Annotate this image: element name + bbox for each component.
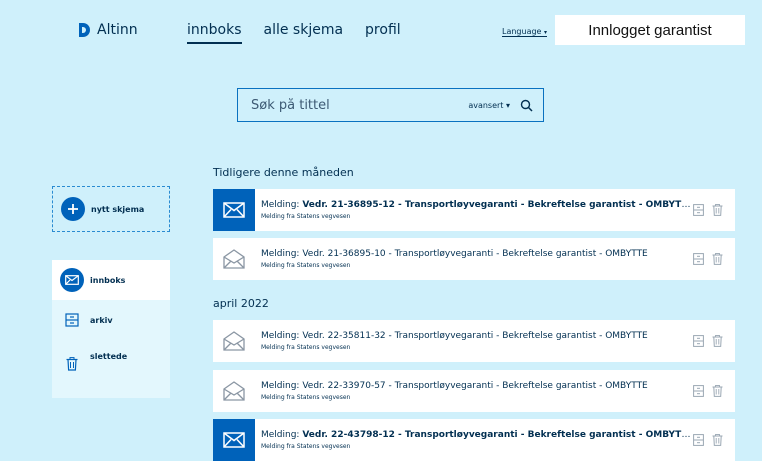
section-title: Tidligere denne måneden: [213, 166, 354, 179]
search-input[interactable]: [251, 97, 469, 113]
message-row[interactable]: Melding: Vedr. 22-35811-32 - Transportlø…: [213, 320, 735, 362]
sidebar-nav: innboks arkiv slettede: [52, 260, 170, 398]
message-row[interactable]: Melding: Vedr. 21-36895-10 - Transportlø…: [213, 238, 735, 280]
trash-icon[interactable]: [712, 385, 723, 397]
message-prefix: Melding:: [261, 331, 303, 341]
message-prefix: Melding:: [261, 430, 303, 440]
message-sender: Melding fra Statens vegvesen: [261, 344, 351, 351]
envelope-open-icon: [213, 238, 255, 280]
envelope-closed-icon: [213, 419, 255, 461]
message-title: Melding: Vedr. 22-35811-32 - Transportlø…: [261, 331, 691, 341]
archive-icon: [60, 308, 84, 332]
trash-icon[interactable]: [712, 253, 723, 265]
language-selector[interactable]: Language ▾: [502, 27, 548, 37]
archive-icon[interactable]: [693, 385, 704, 397]
message-title-text: Vedr. 22-43798-12 - Transportløyvegarant…: [302, 430, 691, 440]
login-status-box: Innlogget garantist: [555, 15, 745, 45]
nav-innboks[interactable]: innboks: [187, 22, 242, 44]
message-row[interactable]: Melding: Vedr. 22-43798-12 - Transportlø…: [213, 419, 735, 461]
message-prefix: Melding:: [261, 249, 303, 259]
search-bar: avansert ▾: [237, 88, 544, 122]
message-title-text: Vedr. 21-36895-10 - Transportløyvegarant…: [302, 249, 648, 259]
sidebar-item-label: slettede: [90, 352, 128, 361]
message-row[interactable]: Melding: Vedr. 21-36895-12 - Transportlø…: [213, 189, 735, 231]
plus-icon: [61, 197, 85, 221]
nav-alle-skjema[interactable]: alle skjema: [264, 22, 344, 44]
trash-icon: [60, 352, 84, 376]
search-icon[interactable]: [520, 99, 533, 112]
altinn-logo[interactable]: Altinn: [77, 22, 138, 38]
message-row[interactable]: Melding: Vedr. 22-33970-57 - Transportlø…: [213, 370, 735, 412]
section-title: april 2022: [213, 297, 269, 310]
message-title: Melding: Vedr. 21-36895-12 - Transportlø…: [261, 200, 691, 210]
message-title: Melding: Vedr. 22-33970-57 - Transportlø…: [261, 381, 691, 391]
message-sender: Melding fra Statens vegvesen: [261, 443, 351, 450]
message-title-text: Vedr. 21-36895-12 - Transportløyvegarant…: [302, 200, 691, 210]
advanced-search-toggle[interactable]: avansert ▾: [468, 101, 510, 110]
sidebar-item-slettede[interactable]: slettede: [52, 340, 170, 398]
inbox-icon: [60, 268, 84, 292]
new-form-button[interactable]: nytt skjema: [52, 186, 170, 232]
main-nav: innboks alle skjema profil: [187, 22, 401, 44]
new-form-label: nytt skjema: [91, 204, 145, 214]
chevron-down-icon: ▾: [544, 29, 548, 36]
envelope-open-icon: [213, 370, 255, 412]
message-title: Melding: Vedr. 21-36895-10 - Transportlø…: [261, 249, 691, 259]
altinn-logo-icon: [79, 23, 90, 37]
language-label: Language: [502, 27, 542, 36]
sidebar-item-label: innboks: [90, 275, 126, 285]
archive-icon[interactable]: [693, 335, 704, 347]
logo-text: Altinn: [97, 22, 138, 38]
message-prefix: Melding:: [261, 200, 303, 210]
envelope-closed-icon: [213, 189, 255, 231]
envelope-open-icon: [213, 320, 255, 362]
trash-icon[interactable]: [712, 434, 723, 446]
trash-icon[interactable]: [712, 335, 723, 347]
message-title-text: Vedr. 22-35811-32 - Transportløyvegarant…: [302, 331, 648, 341]
message-sender: Melding fra Statens vegvesen: [261, 394, 351, 401]
message-title-text: Vedr. 22-33970-57 - Transportløyvegarant…: [302, 381, 648, 391]
message-sender: Melding fra Statens vegvesen: [261, 213, 351, 220]
trash-icon[interactable]: [712, 204, 723, 216]
message-sender: Melding fra Statens vegvesen: [261, 262, 351, 269]
sidebar-item-innboks[interactable]: innboks: [52, 260, 170, 300]
message-title: Melding: Vedr. 22-43798-12 - Transportlø…: [261, 430, 691, 440]
archive-icon[interactable]: [693, 204, 704, 216]
message-prefix: Melding:: [261, 381, 303, 391]
archive-icon[interactable]: [693, 434, 704, 446]
sidebar-item-arkiv[interactable]: arkiv: [52, 300, 170, 340]
sidebar-item-label: arkiv: [90, 315, 113, 325]
nav-profil[interactable]: profil: [365, 22, 401, 44]
archive-icon[interactable]: [693, 253, 704, 265]
